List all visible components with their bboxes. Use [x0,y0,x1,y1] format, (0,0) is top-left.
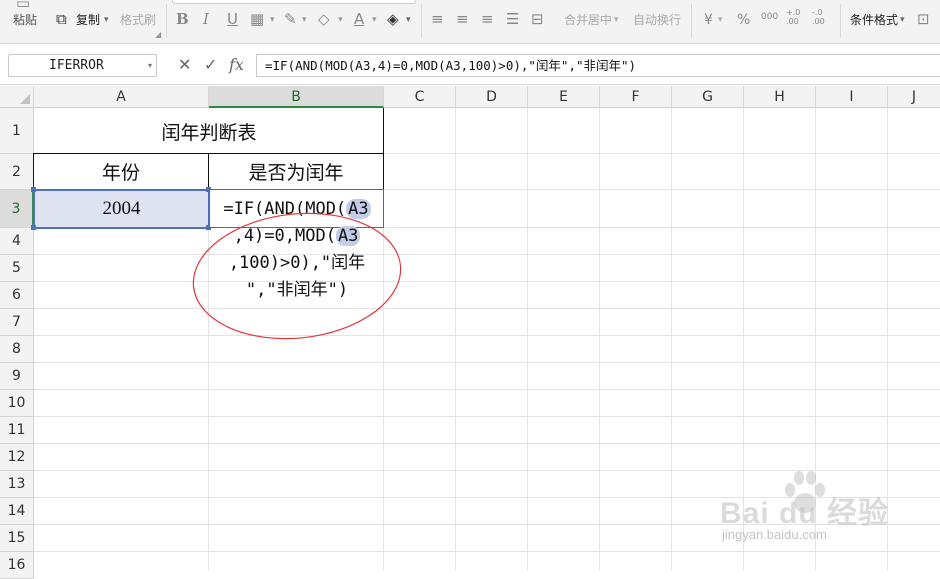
confirm-icon[interactable]: ✓ [204,56,217,74]
divider [691,4,692,38]
copy-button[interactable]: 复制 [76,11,100,29]
grid-line [34,281,940,282]
row-header-15[interactable]: 15 [0,525,34,552]
percent-icon[interactable]: % [737,11,750,29]
column-header-i[interactable]: I [816,86,888,108]
fill-style-icon[interactable]: ✎ [284,10,297,28]
font-color-dropdown-icon[interactable]: ▾ [372,11,377,29]
conditional-format-dropdown-icon[interactable]: ▾ [900,11,905,29]
column-header-e[interactable]: E [528,86,600,108]
grid-line [671,108,672,571]
name-box-value: IFERROR [49,58,104,73]
row-header-2[interactable]: 2 [0,154,34,190]
align-left-icon[interactable]: ≡ [431,10,444,28]
formula-input[interactable]: =IF(AND(MOD(A3,4)=0,MOD(A3,100)>0),"闰年",… [256,54,940,77]
grid-line [34,308,940,309]
grid-line [34,362,940,363]
watermark-brand: Bai du 经验 [720,497,890,530]
align-center-icon[interactable]: ≡ [456,10,469,28]
row-header-5[interactable]: 5 [0,255,34,282]
grid-line [34,389,940,390]
merge-center-button[interactable]: 合并居中 [564,11,612,29]
eraser-icon[interactable]: ◈ [387,10,399,28]
increase-decimal-icon[interactable]: +.0 .00 [786,8,808,26]
underline-button[interactable]: U [227,10,238,28]
row-header-10[interactable]: 10 [0,390,34,417]
row-header-16[interactable]: 16 [0,552,34,579]
conditional-format-button[interactable]: 条件格式 [850,11,898,29]
select-all-icon[interactable] [0,86,34,108]
grid-line [34,443,940,444]
grid-line [34,335,940,336]
name-box[interactable]: IFERROR ▾ [8,54,157,77]
row-header-3[interactable]: 3 [0,190,34,228]
table-title: 闰年判断表 [161,121,257,144]
paste-button[interactable]: 粘贴 [13,11,37,29]
fx-icon[interactable]: fx [229,55,244,74]
annotation-circle [192,212,402,340]
row-header-6[interactable]: 6 [0,282,34,309]
font-color-icon[interactable]: A [354,10,364,28]
merge-dropdown-icon[interactable]: ▾ [614,11,619,29]
row-header-1[interactable]: 1 [0,108,34,154]
row-header-14[interactable]: 14 [0,498,34,525]
copy-dropdown-icon[interactable]: ▾ [104,11,109,29]
border-icon[interactable]: ▦ [250,10,264,28]
divider [840,4,841,38]
column-header-g[interactable]: G [672,86,744,108]
formula-bar: IFERROR ▾ ✕ ✓ fx =IF(AND(MOD(A3,4)=0,MOD… [0,45,940,85]
row-header-9[interactable]: 9 [0,363,34,390]
cell-a3[interactable]: 2004 [34,190,209,228]
border-dropdown-icon[interactable]: ▾ [270,11,275,29]
watermark: Bai du 经验 jingyan.baidu.com [720,470,920,550]
grid-line [599,108,600,571]
distributed-icon[interactable]: ⊟ [531,10,544,28]
italic-button[interactable]: I [203,10,209,28]
wrap-text-button[interactable]: 自动换行 [633,11,681,29]
ribbon-toolbar: ▭ 粘贴 ⧉ 复制 ▾ 格式刷 ◢ B I U ▦ ▾ ✎ ▾ ◇ ▾ A ▾ … [0,0,940,44]
grid-line [527,108,528,571]
column-header-d[interactable]: D [456,86,528,108]
row-header-11[interactable]: 11 [0,417,34,444]
justify-icon[interactable]: ☰ [506,10,519,28]
fill-color-icon[interactable]: ◇ [318,10,330,28]
fill-style-dropdown-icon[interactable]: ▾ [302,11,307,29]
clipboard-launcher-icon[interactable]: ◢ [155,30,161,39]
currency-dropdown-icon[interactable]: ▾ [718,11,723,29]
eraser-dropdown-icon[interactable]: ▾ [406,11,411,29]
grid-line [34,254,940,255]
divider [166,4,167,38]
column-header-h[interactable]: H [744,86,816,108]
grid-line [455,108,456,571]
row-header-12[interactable]: 12 [0,444,34,471]
currency-icon[interactable]: ¥ [704,11,713,29]
row-header-7[interactable]: 7 [0,309,34,336]
table-style-icon[interactable]: ⊡ [917,10,930,28]
column-header-a[interactable]: A [34,86,209,108]
row-header-13[interactable]: 13 [0,471,34,498]
column-header-c[interactable]: C [384,86,456,108]
fill-color-dropdown-icon[interactable]: ▾ [338,11,343,29]
watermark-url: jingyan.baidu.com [722,527,827,542]
format-painter-button[interactable]: 格式刷 [120,11,156,29]
grid-line [34,416,940,417]
bold-button[interactable]: B [176,10,189,28]
row-header-8[interactable]: 8 [0,336,34,363]
row-header-4[interactable]: 4 [0,228,34,255]
divider [421,4,422,38]
header-year-cell[interactable]: 年份 [34,154,208,189]
column-header-f[interactable]: F [600,86,672,108]
decrease-decimal-icon[interactable]: -.0 .00 [812,8,834,26]
align-right-icon[interactable]: ≡ [481,10,494,28]
font-size-box[interactable] [172,0,416,4]
thousands-icon[interactable]: 000 [761,8,778,26]
header-is-leap-cell[interactable]: 是否为闰年 [209,154,383,189]
column-header-b[interactable]: B [209,86,384,108]
cancel-icon[interactable]: ✕ [178,56,191,74]
name-box-dropdown-icon[interactable]: ▾ [148,55,152,76]
column-header-j[interactable]: J [888,86,940,108]
copy-icon[interactable]: ⧉ [56,10,67,28]
grid-line [34,551,940,552]
